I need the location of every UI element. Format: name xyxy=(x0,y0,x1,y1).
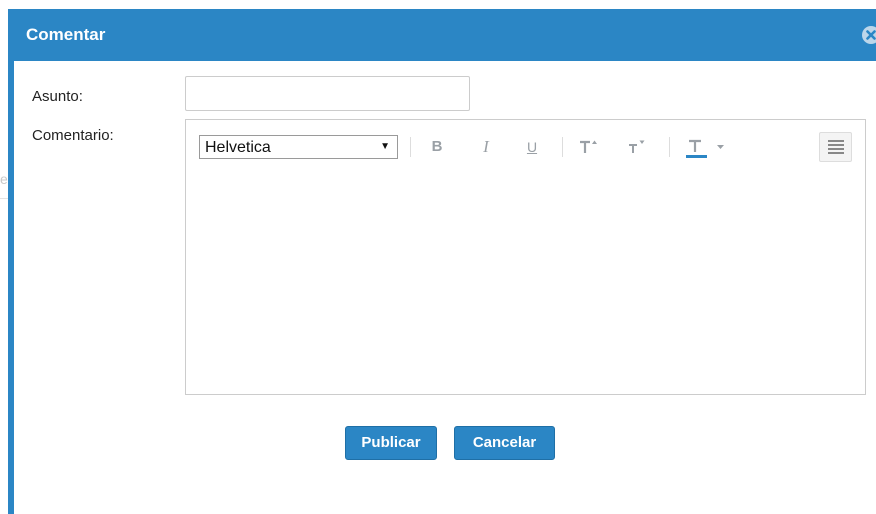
italic-button[interactable]: I xyxy=(479,134,493,160)
bold-button[interactable]: B xyxy=(429,134,445,160)
close-icon-glyph xyxy=(866,30,876,40)
toolbar-separator xyxy=(562,137,563,157)
comment-label: Comentario: xyxy=(32,127,114,144)
comment-editor-area[interactable] xyxy=(186,164,865,394)
text-color-glyph xyxy=(686,139,724,158)
text-color-icon[interactable] xyxy=(685,134,725,160)
list-menu-icon[interactable] xyxy=(819,132,852,162)
dialog-titlebar: Comentar xyxy=(8,9,876,61)
text-size-down-icon[interactable] xyxy=(625,134,647,160)
publish-button[interactable]: Publicar xyxy=(345,426,437,460)
subject-input[interactable] xyxy=(185,76,470,111)
dropdown-arrow-icon: ▼ xyxy=(380,141,390,152)
text-size-up-glyph xyxy=(580,140,597,153)
list-menu-glyph xyxy=(828,140,844,154)
toolbar-separator xyxy=(669,137,670,157)
close-icon[interactable] xyxy=(862,26,876,44)
dialog-title: Comentar xyxy=(26,25,106,44)
text-size-down-glyph xyxy=(629,140,645,153)
background-partial-text: e xyxy=(0,171,8,187)
rich-text-editor: Helvetica ▼ B I U xyxy=(185,119,866,395)
comment-dialog: Comentar Asunto: Comentario: Helvetica ▼… xyxy=(8,9,876,514)
cancel-button[interactable]: Cancelar xyxy=(454,426,555,460)
page: e Comentar Asunto: Comentario: Helvetica… xyxy=(0,0,876,514)
subject-label: Asunto: xyxy=(32,88,83,105)
font-family-select[interactable]: Helvetica ▼ xyxy=(199,135,398,159)
text-size-up-icon[interactable] xyxy=(577,134,599,160)
font-family-value: Helvetica xyxy=(205,139,271,156)
toolbar-separator xyxy=(410,137,411,157)
editor-toolbar: Helvetica ▼ B I U xyxy=(186,120,865,162)
underline-button[interactable]: U xyxy=(524,134,540,160)
